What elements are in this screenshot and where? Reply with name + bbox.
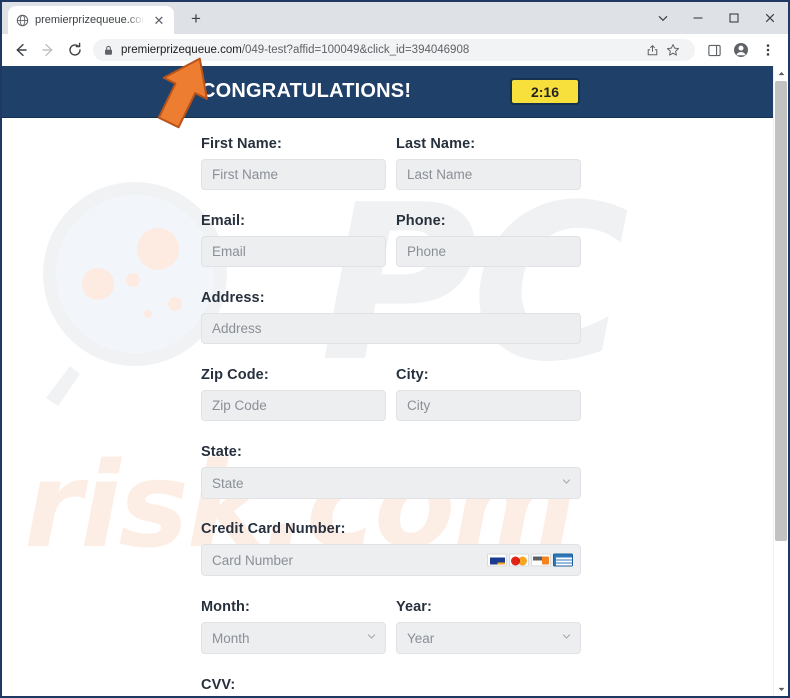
close-window-button[interactable]: [752, 2, 788, 34]
last-name-input[interactable]: Last Name: [396, 159, 581, 190]
browser-tab[interactable]: premierprizequeue.com/049-tes ✕: [8, 6, 174, 34]
form-row-name: First Name: First Name Last Name: Last N…: [201, 136, 581, 190]
phone-input[interactable]: Phone: [396, 236, 581, 267]
omnibox-actions: [642, 39, 685, 61]
label-zip-code: Zip Code:: [201, 367, 269, 383]
label-last-name: Last Name:: [396, 136, 476, 152]
tab-title: premierprizequeue.com/049-tes: [35, 14, 145, 26]
minimize-button[interactable]: [680, 2, 716, 34]
field-state: State: State: [201, 444, 581, 499]
field-phone: Phone: Phone: [396, 213, 581, 267]
lock-icon: [103, 45, 114, 56]
amex-icon: [553, 553, 573, 567]
browser-toolbar: premierprizequeue.com/049-test?affid=100…: [2, 34, 788, 66]
chevron-down-icon: [562, 478, 571, 488]
zip-code-input[interactable]: Zip Code: [201, 390, 386, 421]
maximize-button[interactable]: [716, 2, 752, 34]
scrollbar-thumb[interactable]: [775, 81, 787, 541]
web-page: PC risk.com CONGRATULATIONS! 2:16 First …: [2, 66, 773, 696]
mastercard-icon: [509, 553, 529, 567]
email-input[interactable]: Email: [201, 236, 386, 267]
scroll-up-arrow-icon[interactable]: [774, 66, 788, 80]
month-select-value: Month: [212, 630, 250, 646]
page-scrollbar[interactable]: [773, 66, 788, 696]
label-card-number: Credit Card Number:: [201, 521, 346, 537]
form-row-contact: Email: Email Phone: Phone: [201, 213, 581, 267]
profile-avatar[interactable]: [728, 37, 754, 63]
field-zip-code: Zip Code: Zip Code: [201, 367, 386, 421]
card-number-input[interactable]: Card Number: [201, 544, 581, 576]
field-first-name: First Name: First Name: [201, 136, 386, 190]
label-phone: Phone:: [396, 213, 446, 229]
chevron-down-icon: [562, 633, 571, 643]
discover-icon: [531, 553, 551, 567]
address-input[interactable]: Address: [201, 313, 581, 344]
form-row-state: State: State: [201, 444, 581, 499]
share-icon[interactable]: [642, 39, 662, 61]
state-select[interactable]: State: [201, 467, 581, 499]
form-row-zip-city: Zip Code: Zip Code City: City: [201, 367, 581, 421]
expiry-month-select[interactable]: Month: [201, 622, 386, 654]
field-last-name: Last Name: Last Name: [396, 136, 581, 190]
browser-window: premierprizequeue.com/049-tes ✕ +: [0, 0, 790, 698]
new-tab-button[interactable]: +: [182, 5, 210, 33]
form-row-address: Address: Address: [201, 290, 581, 344]
label-first-name: First Name:: [201, 136, 282, 152]
label-state: State:: [201, 444, 242, 460]
forward-button: [35, 37, 61, 63]
globe-icon: [15, 13, 29, 27]
field-cvv: CVV: CVV: [201, 677, 581, 696]
label-city: City:: [396, 367, 429, 383]
checkout-form: First Name: First Name Last Name: Last N…: [2, 118, 773, 696]
form-row-expiry: Month: Month Year: Year: [201, 599, 581, 654]
field-card-number: Credit Card Number: Card Number: [201, 521, 581, 576]
label-year: Year:: [396, 599, 432, 615]
page-title: CONGRATULATIONS!: [201, 80, 412, 102]
form-row-card: Credit Card Number: Card Number: [201, 521, 581, 576]
countdown-timer-badge[interactable]: 2:16: [510, 78, 580, 105]
reload-button[interactable]: [62, 37, 88, 63]
side-panel-icon[interactable]: [701, 37, 727, 63]
address-bar[interactable]: premierprizequeue.com/049-test?affid=100…: [93, 39, 695, 61]
field-address: Address: Address: [201, 290, 581, 344]
accepted-cards: [487, 553, 573, 567]
chevron-down-icon: [367, 633, 376, 643]
url-text: premierprizequeue.com/049-test?affid=100…: [121, 44, 469, 56]
url-host: premierprizequeue.com: [121, 44, 242, 56]
menu-icon[interactable]: [755, 37, 781, 63]
close-icon[interactable]: ✕: [151, 12, 167, 28]
label-email: Email:: [201, 213, 246, 229]
back-button[interactable]: [8, 37, 34, 63]
tab-strip: premierprizequeue.com/049-tes ✕ +: [2, 2, 788, 34]
first-name-input[interactable]: First Name: [201, 159, 386, 190]
field-email: Email: Email: [201, 213, 386, 267]
site-banner: CONGRATULATIONS! 2:16: [2, 66, 773, 118]
bookmark-star-icon[interactable]: [663, 39, 683, 61]
city-input[interactable]: City: [396, 390, 581, 421]
expiry-year-select[interactable]: Year: [396, 622, 581, 654]
label-cvv: CVV:: [201, 677, 236, 693]
tab-search-chevron-icon[interactable]: [646, 2, 680, 34]
url-path: /049-test?affid=100049&click_id=39404690…: [241, 44, 470, 56]
state-select-value: State: [212, 475, 244, 491]
scroll-down-arrow-icon[interactable]: [774, 682, 788, 696]
label-month: Month:: [201, 599, 250, 615]
field-expiry-month: Month: Month: [201, 599, 386, 654]
form-row-cvv: CVV: CVV: [201, 677, 581, 696]
label-address: Address:: [201, 290, 265, 306]
page-viewport: PC risk.com CONGRATULATIONS! 2:16 First …: [2, 66, 788, 696]
card-number-placeholder: Card Number: [212, 552, 294, 568]
window-controls: [646, 2, 788, 34]
year-select-value: Year: [407, 630, 435, 646]
visa-icon: [487, 553, 507, 567]
field-city: City: City: [396, 367, 581, 421]
field-expiry-year: Year: Year: [396, 599, 581, 654]
